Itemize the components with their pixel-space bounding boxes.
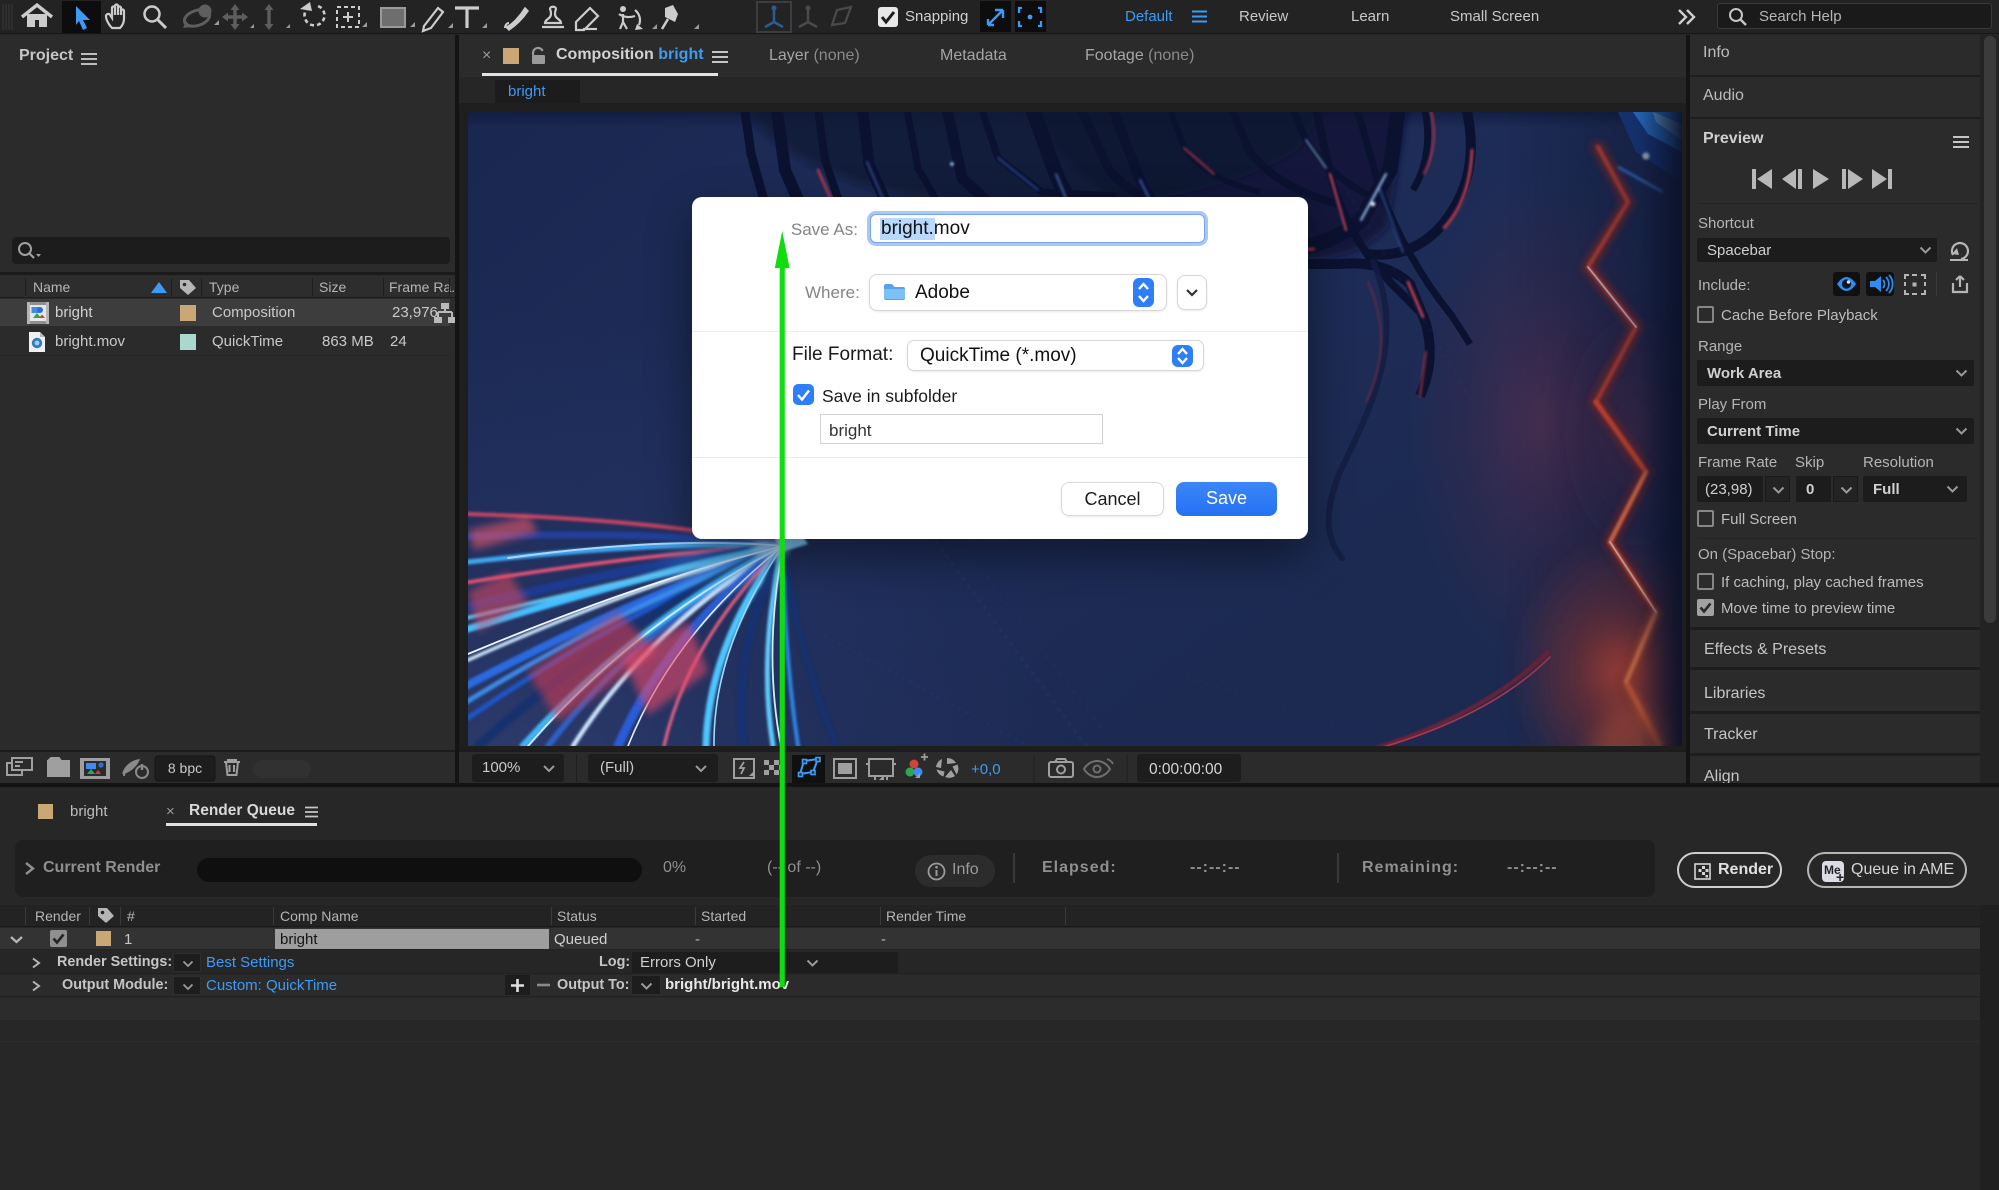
svg-text:+0,0: +0,0 (971, 761, 1001, 778)
svg-text:8 bpc: 8 bpc (168, 760, 202, 776)
svg-text:0:00:00:00: 0:00:00:00 (1149, 761, 1223, 778)
